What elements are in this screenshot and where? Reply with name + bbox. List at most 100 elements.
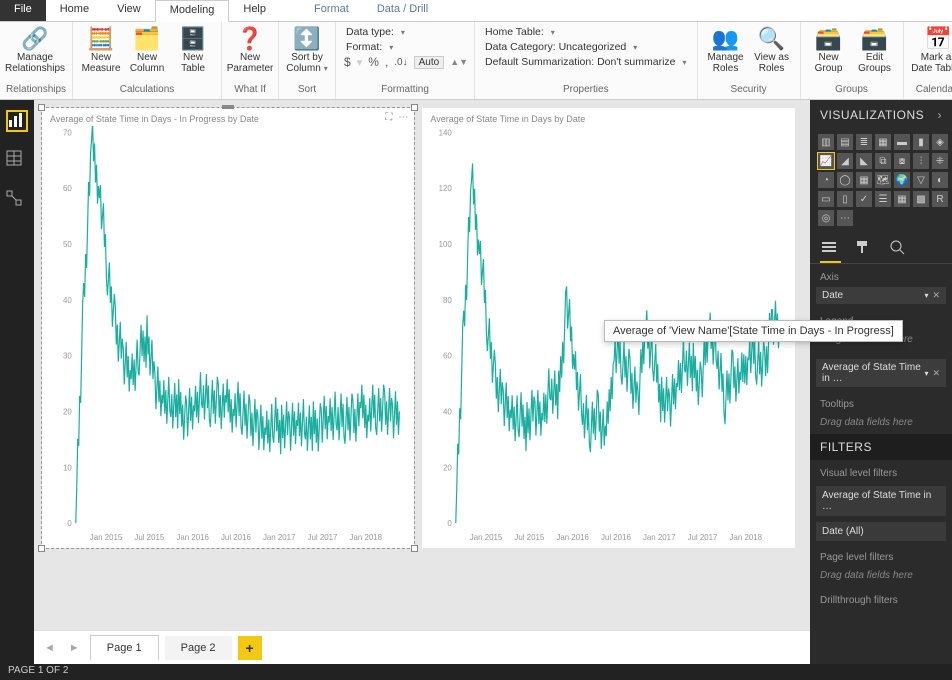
new-group-button[interactable]: 🗃️ New Group — [807, 24, 851, 74]
area-chart-icon[interactable]: ◢ — [837, 153, 853, 169]
tab-modeling[interactable]: Modeling — [155, 0, 230, 22]
sort-by-column-button[interactable]: ↕️ Sort by Column — [285, 24, 329, 74]
kpi-icon[interactable]: ✓ — [856, 191, 872, 207]
combo-icon[interactable]: ⧉ — [875, 153, 891, 169]
relationships-icon: 🔗 — [21, 26, 48, 52]
stacked-area-icon[interactable]: ◣ — [856, 153, 872, 169]
ribbon: 🔗 Manage Relationships Relationships 🧮 N… — [0, 22, 952, 100]
axis-field-pill[interactable]: Date ▾✕ — [816, 287, 946, 304]
data-view-button[interactable] — [6, 150, 28, 172]
table-viz-icon[interactable]: ▦ — [894, 191, 910, 207]
model-view-button[interactable] — [6, 190, 28, 212]
100-bar-icon[interactable]: ▬ — [894, 134, 910, 150]
page-next-button[interactable]: ► — [65, 642, 84, 654]
svg-text:Jan 2017: Jan 2017 — [643, 533, 676, 542]
currency-button[interactable]: $ — [344, 55, 351, 69]
stacked-column-icon[interactable]: ▤ — [837, 134, 853, 150]
group-label-calculations: Calculations — [79, 84, 215, 98]
report-canvas[interactable]: ⛶ ⋯ Average of State Time in Days - In P… — [34, 100, 810, 630]
add-page-button[interactable]: + — [238, 636, 262, 660]
remove-field-icon[interactable]: ✕ — [932, 368, 940, 378]
resize-handle[interactable] — [38, 104, 45, 111]
tab-datadrill[interactable]: Data / Drill — [363, 0, 442, 21]
data-category-dropdown[interactable]: Data Category: Uncategorized — [481, 40, 691, 54]
thousands-button[interactable]: , — [385, 55, 388, 69]
svg-text:Jul 2015: Jul 2015 — [515, 533, 545, 542]
resize-handle[interactable] — [411, 104, 418, 111]
manage-relationships-button[interactable]: 🔗 Manage Relationships — [6, 24, 64, 74]
values-field-pill[interactable]: Average of State Time in … ▾✕ — [816, 359, 946, 387]
collapse-panel-icon[interactable]: › — [938, 108, 943, 122]
view-as-roles-button[interactable]: 🔍 View as Roles — [750, 24, 794, 74]
data-type-dropdown[interactable]: Data type: — [342, 25, 468, 39]
percent-button[interactable]: % — [368, 55, 379, 69]
report-view-button[interactable] — [6, 110, 28, 132]
line-chart-icon[interactable]: 📈 — [818, 153, 834, 169]
filter-item-date[interactable]: Date (All) — [816, 522, 946, 541]
page-filters-drop[interactable]: Drag data fields here — [810, 567, 952, 587]
format-dropdown[interactable]: Format: — [342, 40, 468, 54]
clustered-column-icon[interactable]: ▦ — [875, 134, 891, 150]
matrix-icon[interactable]: ▩ — [913, 191, 929, 207]
scatter-icon[interactable]: ⁜ — [932, 153, 948, 169]
resize-handle[interactable] — [222, 105, 234, 109]
format-tab[interactable] — [853, 236, 876, 263]
default-summarization-dropdown[interactable]: Default Summarization: Don't summarize — [481, 55, 691, 69]
clustered-bar-icon[interactable]: ≣ — [856, 134, 872, 150]
tab-home[interactable]: Home — [46, 0, 103, 21]
new-measure-button[interactable]: 🧮 New Measure — [79, 24, 123, 74]
tab-help[interactable]: Help — [229, 0, 280, 21]
table-icon: 🗄️ — [179, 26, 206, 52]
filters-header: FILTERS — [810, 434, 952, 460]
home-table-dropdown[interactable]: Home Table: — [481, 25, 691, 39]
edit-groups-button[interactable]: 🗃️ Edit Groups — [853, 24, 897, 74]
slicer-icon[interactable]: ☰ — [875, 191, 891, 207]
group-label-formatting: Formatting — [342, 84, 468, 98]
chart-left[interactable]: ⛶ ⋯ Average of State Time in Days - In P… — [42, 108, 414, 548]
page-tab-2[interactable]: Page 2 — [165, 636, 232, 660]
new-table-button[interactable]: 🗄️ New Table — [171, 24, 215, 74]
focus-mode-icon[interactable]: ⛶ — [385, 112, 392, 123]
multi-card-icon[interactable]: ▯ — [837, 191, 853, 207]
manage-roles-button[interactable]: 👥 Manage Roles — [704, 24, 748, 74]
tooltips-drop[interactable]: Drag data fields here — [810, 414, 952, 434]
more-options-icon[interactable]: ⋯ — [398, 112, 408, 123]
pie-icon[interactable]: ◔ — [818, 172, 834, 188]
analytics-tab[interactable] — [888, 236, 911, 263]
ribbon-chart-icon[interactable]: ◈ — [932, 134, 948, 150]
fields-tab[interactable] — [820, 236, 841, 263]
py-visual-icon[interactable]: ◎ — [818, 210, 834, 226]
donut-icon[interactable]: ◯ — [837, 172, 853, 188]
tab-format[interactable]: Format — [300, 0, 363, 21]
waterfall-icon[interactable]: ⫶ — [913, 153, 929, 169]
new-column-button[interactable]: 🗂️ New Column — [125, 24, 169, 74]
page-prev-button[interactable]: ◄ — [40, 642, 59, 654]
card-icon[interactable]: ▭ — [818, 191, 834, 207]
funnel-icon[interactable]: ▽ — [913, 172, 929, 188]
mark-date-table-button[interactable]: 📅 Mark as Date Table — [910, 24, 952, 74]
tab-file[interactable]: File — [0, 0, 46, 21]
resize-handle[interactable] — [411, 545, 418, 552]
combo2-icon[interactable]: ⧇ — [894, 153, 910, 169]
svg-text:Jan 2016: Jan 2016 — [176, 533, 209, 542]
page-tab-1[interactable]: Page 1 — [90, 635, 159, 660]
svg-text:40: 40 — [443, 407, 452, 416]
100-column-icon[interactable]: ▮ — [913, 134, 929, 150]
auto-decimals[interactable]: Auto — [414, 56, 445, 69]
remove-field-icon[interactable]: ✕ — [932, 290, 940, 300]
new-parameter-button[interactable]: ❓ New Parameter — [228, 24, 272, 74]
stacked-bar-icon[interactable]: ▥ — [818, 134, 834, 150]
map-icon[interactable]: 🗺 — [875, 172, 891, 188]
panel-title: VISUALIZATIONS — [820, 108, 924, 122]
table-icon — [6, 150, 28, 172]
gauge-icon[interactable]: ◐ — [932, 172, 948, 188]
filter-item-avg[interactable]: Average of State Time in … — [816, 486, 946, 516]
decimal-down-icon[interactable]: .0↓ — [394, 57, 407, 68]
svg-text:20: 20 — [443, 463, 452, 472]
tab-view[interactable]: View — [103, 0, 155, 21]
resize-handle[interactable] — [38, 545, 45, 552]
r-visual-icon[interactable]: R — [932, 191, 948, 207]
filled-map-icon[interactable]: 🌍 — [894, 172, 910, 188]
custom-viz-icon[interactable]: ⋯ — [837, 210, 853, 226]
treemap-icon[interactable]: ▦ — [856, 172, 872, 188]
